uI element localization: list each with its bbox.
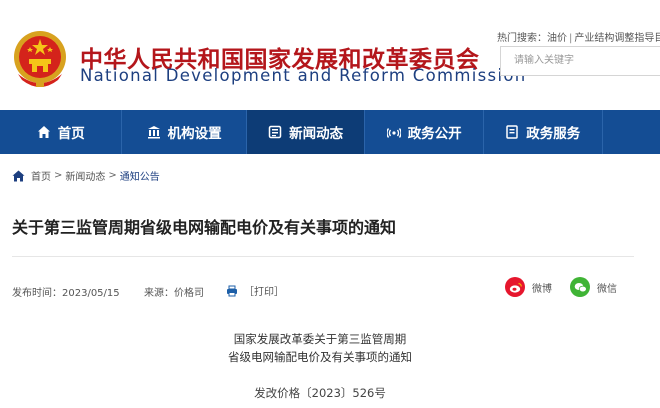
news-icon: [268, 125, 282, 139]
nav-item-home[interactable]: 首页: [0, 110, 123, 154]
main-nav: 首页 机构设置 新闻动态 政务公开 政务服务: [0, 110, 660, 154]
breadcrumb-item-notices[interactable]: 通知公告: [120, 168, 160, 183]
page: 中华人民共和国国家发展和改革委员会 National Development a…: [0, 0, 660, 408]
hot-search-separator: |: [569, 33, 573, 44]
breadcrumb-separator: >: [54, 170, 63, 181]
nav-item-label: 新闻动态: [289, 126, 344, 142]
weibo-icon: [505, 277, 525, 297]
breadcrumb-item-home[interactable]: 首页: [31, 168, 51, 183]
home-icon: [37, 126, 50, 138]
nav-item-label: 机构设置: [167, 126, 222, 142]
share-weibo-button[interactable]: 微博: [505, 277, 552, 297]
nav-item-more[interactable]: [603, 110, 660, 154]
nav-item-label: 政务公开: [407, 126, 462, 142]
nav-item-government-affairs[interactable]: 政务公开: [365, 110, 484, 154]
hot-search-item[interactable]: 油价: [547, 33, 567, 44]
nav-item-news[interactable]: 新闻动态: [246, 110, 366, 154]
site-title-english: National Development and Reform Commissi…: [80, 66, 527, 85]
institution-icon: [147, 126, 160, 139]
print-label: ［打印］: [244, 287, 284, 298]
nav-item-label: 政务服务: [526, 126, 581, 142]
document-heading-line-1: 国家发展改革委关于第三监管周期: [233, 332, 407, 346]
breadcrumb-separator: >: [108, 170, 117, 181]
article-title: 关于第三监管周期省级电网输配电价及有关事项的通知: [12, 218, 397, 237]
hot-search-item[interactable]: 产业结构调整指导目: [574, 33, 660, 44]
document-icon: [506, 125, 519, 139]
site-header: 中华人民共和国国家发展和改革委员会 National Development a…: [0, 0, 660, 110]
share-weibo-label: 微博: [532, 283, 552, 295]
hot-search-label: 热门搜索：: [497, 33, 547, 44]
share-wechat-label: 微信: [597, 283, 617, 295]
document-heading-line-2: 省级电网输配电价及有关事项的通知: [228, 350, 412, 364]
nav-item-institutions[interactable]: 机构设置: [122, 110, 247, 154]
hot-search: 热门搜索：油价 | 产业结构调整指导目: [497, 29, 660, 44]
article-source: 来源：价格司: [144, 288, 204, 299]
publish-time: 发布时间：2023/05/15: [12, 288, 120, 299]
national-emblem-icon: [14, 31, 66, 87]
document-number: 发改价格〔2023〕526号: [254, 386, 386, 400]
search-input[interactable]: 请输入关键字: [500, 46, 660, 76]
printer-icon: [227, 285, 237, 296]
breadcrumb-item-news[interactable]: 新闻动态: [65, 168, 105, 183]
search-placeholder: 请输入关键字: [514, 55, 574, 66]
title-divider: [12, 256, 634, 257]
nav-item-government-services[interactable]: 政务服务: [484, 110, 603, 154]
breadcrumb: 首页 > 新闻动态 > 通知公告: [12, 168, 160, 183]
home-icon[interactable]: [12, 170, 25, 182]
broadcast-icon: [386, 128, 401, 138]
print-button[interactable]: ［打印］: [226, 283, 284, 298]
wechat-icon: [570, 277, 590, 297]
share-wechat-button[interactable]: 微信: [570, 277, 617, 297]
nav-item-label: 首页: [57, 126, 85, 142]
